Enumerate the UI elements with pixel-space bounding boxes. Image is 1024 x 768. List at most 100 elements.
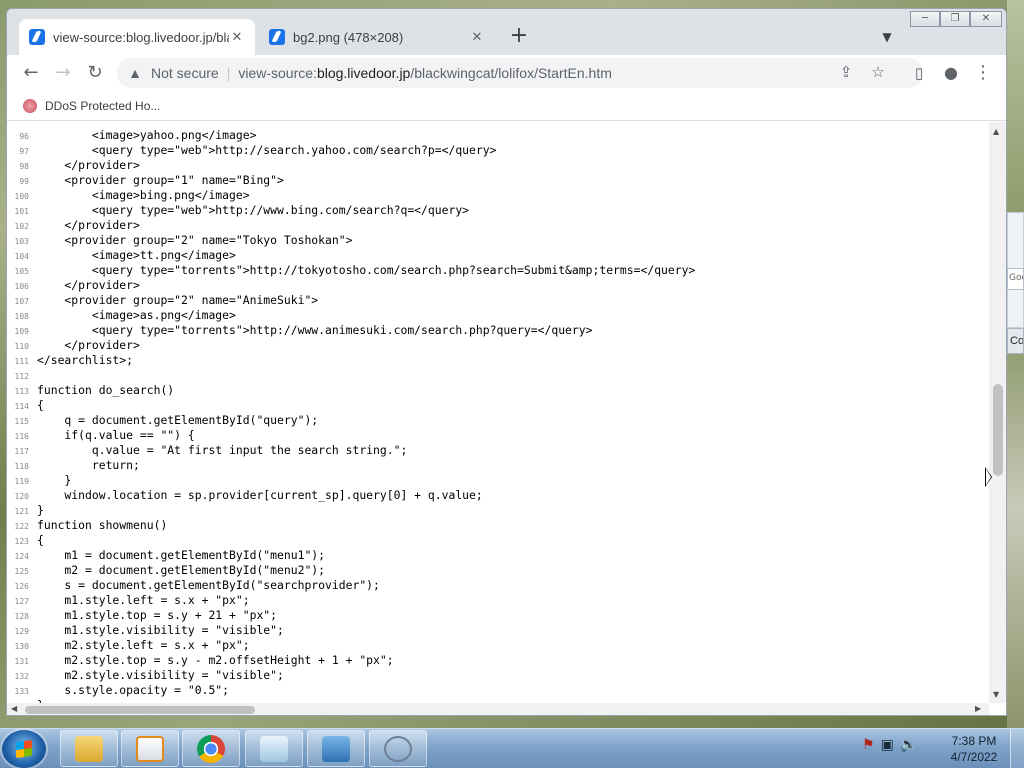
source-line: 120 window.location = sp.provider[curren… bbox=[7, 488, 989, 503]
line-text: m1.style.visibility = "visible"; bbox=[37, 623, 284, 637]
security-label[interactable]: Not secure bbox=[151, 65, 219, 81]
line-number: 131 bbox=[14, 657, 29, 666]
line-number: 102 bbox=[14, 222, 29, 231]
windows-logo-icon bbox=[16, 739, 32, 759]
bookmark-ddos-protected[interactable]: DDoS Protected Ho... bbox=[45, 99, 160, 113]
profile-avatar-icon[interactable]: ● bbox=[937, 59, 965, 87]
vertical-scrollbar[interactable]: ▲ ▼ bbox=[989, 122, 1006, 703]
source-line: 104 <image>tt.png</image> bbox=[7, 248, 989, 263]
line-number: 98 bbox=[19, 162, 29, 171]
clock-date: 4/7/2022 bbox=[950, 750, 998, 764]
taskbar-photo-viewer[interactable] bbox=[307, 730, 365, 767]
star-bookmark-icon[interactable]: ☆ bbox=[869, 64, 887, 82]
scroll-up-icon[interactable]: ▲ bbox=[993, 127, 999, 136]
line-text: <provider group="2" name="AnimeSuki"> bbox=[37, 293, 319, 307]
source-line: 124 m1 = document.getElementById("menu1"… bbox=[7, 548, 989, 563]
chevron-down-icon[interactable]: ▼ bbox=[875, 25, 899, 49]
line-number: 116 bbox=[14, 432, 29, 441]
chrome-icon bbox=[197, 734, 225, 763]
taskbar-app[interactable] bbox=[369, 730, 427, 767]
line-text: if(q.value == "") { bbox=[37, 428, 195, 442]
line-text: <query type="web">http://www.bing.com/se… bbox=[37, 203, 470, 217]
tab-title: view-source:blog.livedoor.jp/blac bbox=[53, 29, 229, 45]
network-icon[interactable]: ▣ bbox=[881, 737, 894, 753]
line-text: m2.style.left = s.x + "px"; bbox=[37, 638, 250, 652]
tab-bg2-png[interactable]: bg2.png (478×208) ✕ bbox=[259, 19, 495, 55]
reload-icon[interactable]: ↻ bbox=[81, 59, 109, 87]
url-path: /blackwingcat/lolifox/StartEn.htm bbox=[410, 65, 612, 81]
taskbar-explorer[interactable] bbox=[60, 730, 118, 767]
address-separator: | bbox=[226, 65, 231, 81]
menu-kebab-icon[interactable]: ⋮ bbox=[969, 59, 997, 87]
line-text: function do_search() bbox=[37, 383, 175, 397]
new-tab-button[interactable]: + bbox=[505, 23, 533, 51]
forward-arrow-icon[interactable]: → bbox=[49, 59, 77, 87]
minimize-icon[interactable]: ─ bbox=[910, 11, 940, 27]
source-line: 113 function do_search() bbox=[7, 383, 989, 398]
line-number: 106 bbox=[14, 282, 29, 291]
desktop-background-right: Goo Co bbox=[1007, 0, 1024, 728]
media-player-icon bbox=[136, 735, 164, 762]
line-number: 108 bbox=[14, 312, 29, 321]
line-text: <image>tt.png</image> bbox=[37, 248, 236, 262]
close-icon[interactable]: ✕ bbox=[229, 29, 245, 45]
mouse-cursor-icon bbox=[985, 467, 992, 487]
taskbar: ⚑ ▣ 🔈 7:38 PM 4/7/2022 bbox=[0, 728, 1024, 768]
scroll-left-icon[interactable]: ◀ bbox=[11, 704, 17, 713]
back-arrow-icon[interactable]: ← bbox=[17, 59, 45, 87]
source-line: 128 m1.style.top = s.y + 21 + "px"; bbox=[7, 608, 989, 623]
browser-window: view-source:blog.livedoor.jp/blac ✕ bg2.… bbox=[6, 8, 1007, 716]
background-button[interactable]: Co bbox=[1007, 328, 1024, 354]
close-window-icon[interactable]: ✕ bbox=[970, 11, 1002, 27]
line-text: <image>as.png</image> bbox=[37, 308, 236, 322]
line-text: s.style.opacity = "0.5"; bbox=[37, 683, 230, 697]
line-number: 126 bbox=[14, 582, 29, 591]
source-view[interactable]: 96 <image>yahoo.png</image> 97 <query typ… bbox=[7, 122, 989, 703]
line-number: 109 bbox=[14, 327, 29, 336]
line-text: m2.style.top = s.y - m2.offsetHeight + 1… bbox=[37, 653, 394, 667]
source-line: 109 <query type="torrents">http://www.an… bbox=[7, 323, 989, 338]
line-number: 104 bbox=[14, 252, 29, 261]
line-number: 128 bbox=[14, 612, 29, 621]
line-number: 100 bbox=[14, 192, 29, 201]
address-bar[interactable]: ▲ Not secure | view-source:blog.livedoor… bbox=[117, 58, 923, 88]
scroll-right-icon[interactable]: ▶ bbox=[975, 704, 981, 713]
warning-triangle-icon[interactable]: ▲ bbox=[127, 65, 143, 81]
source-line: 101 <query type="web">http://www.bing.co… bbox=[7, 203, 989, 218]
line-text: <query type="web">http://search.yahoo.co… bbox=[37, 143, 497, 157]
tab-view-source[interactable]: view-source:blog.livedoor.jp/blac ✕ bbox=[19, 19, 255, 55]
horizontal-scrollbar[interactable]: ◀ ▶ bbox=[7, 703, 989, 715]
line-text: m1.style.top = s.y + 21 + "px"; bbox=[37, 608, 278, 622]
line-number: 124 bbox=[14, 552, 29, 561]
maximize-icon[interactable]: ❐ bbox=[940, 11, 970, 27]
show-desktop-button[interactable] bbox=[1010, 729, 1024, 768]
action-center-icon[interactable]: ⚑ bbox=[862, 737, 875, 753]
notepad-icon bbox=[260, 735, 288, 762]
taskbar-notepad[interactable] bbox=[245, 730, 303, 767]
share-icon[interactable]: ⇪ bbox=[837, 64, 855, 82]
background-input[interactable]: Goo bbox=[1007, 268, 1024, 290]
line-text: window.location = sp.provider[current_sp… bbox=[37, 488, 483, 502]
taskbar-chrome[interactable] bbox=[182, 730, 240, 767]
source-line: 121} bbox=[7, 503, 989, 518]
taskbar-media-player[interactable] bbox=[121, 730, 179, 767]
clock[interactable]: 7:38 PM 4/7/2022 bbox=[946, 733, 1002, 765]
line-number: 110 bbox=[14, 342, 29, 351]
line-text: } bbox=[37, 503, 44, 517]
feather-favicon-icon bbox=[269, 29, 285, 45]
source-line: 132 m2.style.visibility = "visible"; bbox=[7, 668, 989, 683]
line-text: <image>yahoo.png</image> bbox=[37, 128, 257, 142]
horizontal-scroll-thumb[interactable] bbox=[25, 706, 255, 714]
scroll-down-icon[interactable]: ▼ bbox=[993, 690, 999, 699]
volume-icon[interactable]: 🔈 bbox=[900, 737, 917, 753]
line-text: return; bbox=[37, 458, 140, 472]
close-icon[interactable]: ✕ bbox=[469, 29, 485, 45]
start-button[interactable] bbox=[2, 730, 46, 768]
url-text[interactable]: view-source:blog.livedoor.jp/blackwingca… bbox=[238, 65, 612, 81]
side-panel-icon[interactable]: ▯ bbox=[905, 59, 933, 87]
vertical-scroll-thumb[interactable] bbox=[993, 384, 1003, 476]
bookmarks-bar: DDoS Protected Ho... bbox=[7, 91, 1006, 121]
line-number: 127 bbox=[14, 597, 29, 606]
line-number: 121 bbox=[14, 507, 29, 516]
source-line: 114 { bbox=[7, 398, 989, 413]
